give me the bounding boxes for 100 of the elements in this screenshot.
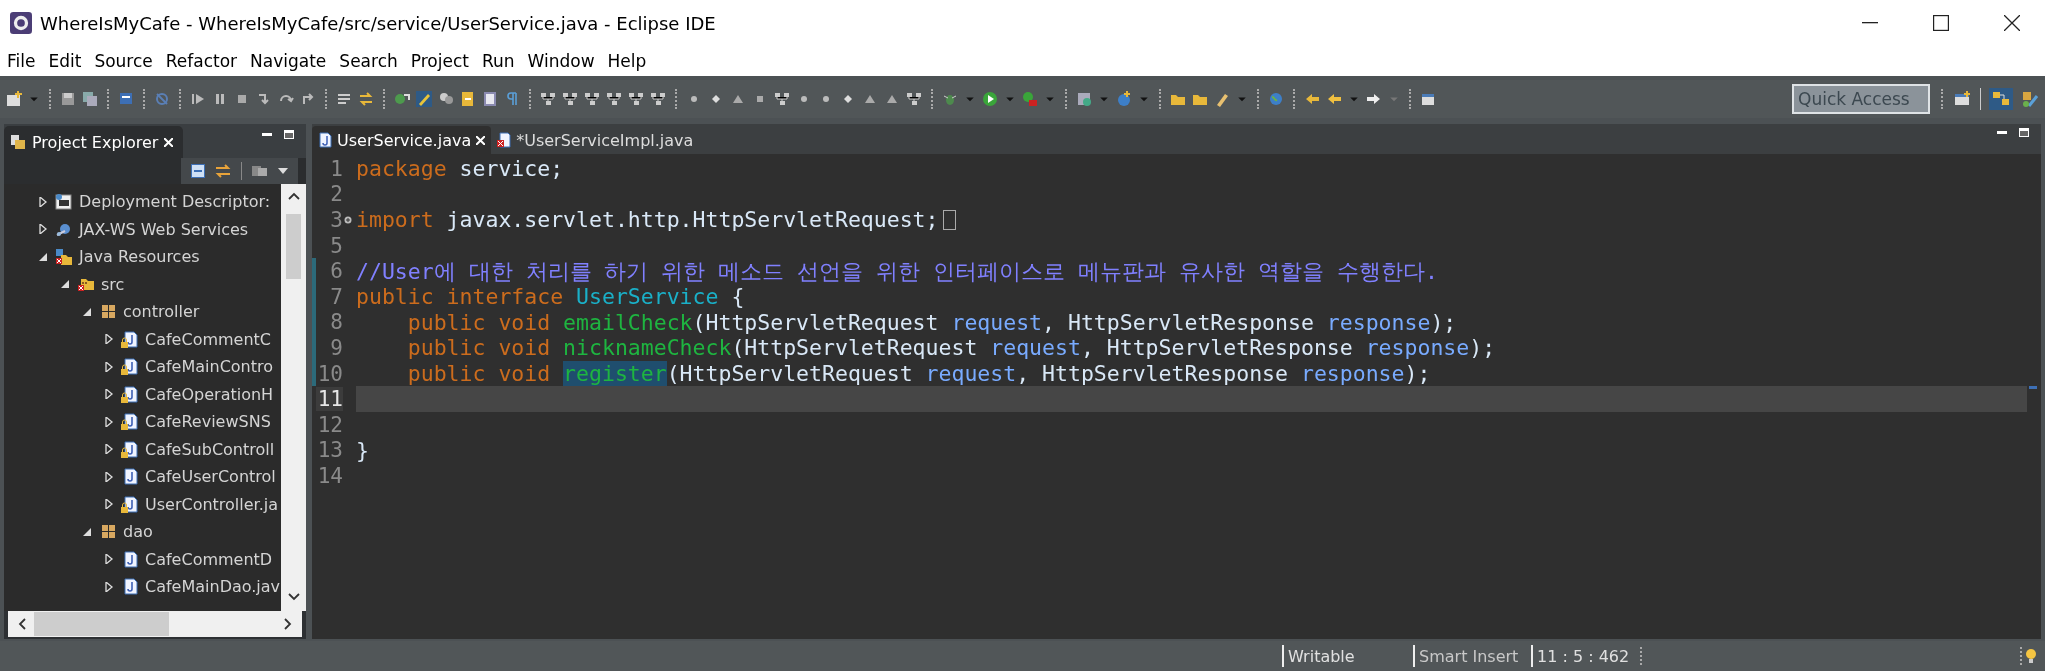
tree-item[interactable]: CafeMainContro xyxy=(145,357,274,377)
tree-item[interactable]: CafeMainDao.jav xyxy=(145,577,281,597)
hierarchy-icon[interactable] xyxy=(540,91,556,107)
hierarchy-icon[interactable] xyxy=(650,91,666,107)
s-badge-icon[interactable] xyxy=(1116,91,1132,107)
collapsed-icon[interactable] xyxy=(104,581,114,592)
scroll-up-icon[interactable] xyxy=(287,192,300,200)
link-editor-icon[interactable] xyxy=(215,164,231,178)
menu-item[interactable]: Refactor xyxy=(165,51,238,71)
collapsed-icon[interactable] xyxy=(104,361,114,372)
menu-item[interactable]: Source xyxy=(94,51,153,71)
group-icon[interactable] xyxy=(438,91,454,107)
pilcrow-icon[interactable] xyxy=(504,91,520,107)
run-icon[interactable] xyxy=(982,91,998,107)
back-icon[interactable] xyxy=(1326,91,1342,107)
console-icon[interactable] xyxy=(118,91,134,107)
new-icon[interactable] xyxy=(6,91,22,107)
scroll-thumb[interactable] xyxy=(286,214,301,279)
filter-icon[interactable] xyxy=(252,164,268,178)
close-icon[interactable] xyxy=(2004,15,2020,31)
back-icon[interactable] xyxy=(1304,91,1320,107)
hierarchy-icon[interactable] xyxy=(606,91,622,107)
collapsed-icon[interactable] xyxy=(104,416,114,427)
globe-icon[interactable] xyxy=(1268,91,1284,107)
hierarchy-icon[interactable] xyxy=(906,91,922,107)
expanded-icon[interactable] xyxy=(82,306,92,317)
menu-item[interactable]: Navigate xyxy=(250,51,327,71)
collapsed-icon[interactable] xyxy=(38,224,48,235)
project-explorer-tab[interactable]: Project Explorer xyxy=(4,126,184,158)
collapsed-icon[interactable] xyxy=(104,471,114,482)
scroll-right-icon[interactable] xyxy=(284,618,292,630)
tree-item[interactable]: src xyxy=(101,274,125,294)
collapsed-icon[interactable] xyxy=(104,444,114,455)
swap-icon[interactable] xyxy=(358,91,374,107)
tree-item[interactable]: CafeCommentD xyxy=(145,549,273,569)
tree-item[interactable]: CafeUserControl xyxy=(145,467,276,487)
expanded-icon[interactable] xyxy=(60,279,70,290)
hierarchy-icon[interactable] xyxy=(774,91,790,107)
java-perspective-icon[interactable] xyxy=(2021,90,2039,108)
maximize-icon[interactable] xyxy=(1933,15,1949,31)
maximize-icon[interactable] xyxy=(2019,127,2029,137)
quick-access-field[interactable]: Quick Access xyxy=(1792,84,1930,114)
save-icon[interactable] xyxy=(60,91,76,107)
save-all-icon[interactable] xyxy=(82,91,98,107)
collapsed-icon[interactable] xyxy=(104,334,114,345)
window-icon[interactable] xyxy=(1420,91,1436,107)
menu-item[interactable]: Run xyxy=(481,51,515,71)
class-icon[interactable] xyxy=(394,91,410,107)
hierarchy-icon[interactable] xyxy=(584,91,600,107)
collapsed-icon[interactable] xyxy=(104,389,114,400)
menu-item[interactable]: Search xyxy=(339,51,398,71)
scroll-down-icon[interactable] xyxy=(287,593,300,601)
tree-item[interactable]: CafeReviewSNS xyxy=(145,412,271,432)
tree-item[interactable]: CafeCommentC xyxy=(145,329,271,349)
menu-item[interactable]: Window xyxy=(527,51,595,71)
collapse-all-icon[interactable] xyxy=(191,164,205,178)
tree-item[interactable]: Deployment Descriptor: xyxy=(79,192,271,212)
hierarchy-icon[interactable] xyxy=(562,91,578,107)
maximize-icon[interactable] xyxy=(284,129,294,139)
minimize-icon[interactable] xyxy=(262,132,272,136)
expanded-icon[interactable] xyxy=(38,251,48,262)
expanded-icon[interactable] xyxy=(82,526,92,537)
folded-code-icon[interactable] xyxy=(942,210,956,230)
scroll-left-icon[interactable] xyxy=(18,618,26,630)
pencil-icon[interactable] xyxy=(416,91,432,107)
resume-icon[interactable] xyxy=(190,91,206,107)
menu-item[interactable]: Help xyxy=(607,51,647,71)
step-return-icon[interactable] xyxy=(300,91,316,107)
editor-tab[interactable]: *UserServiceImpl.java xyxy=(491,126,700,154)
brush-icon[interactable] xyxy=(1214,91,1230,107)
lightbulb-icon[interactable] xyxy=(2025,648,2037,664)
step-icon[interactable] xyxy=(256,91,272,107)
minimize-icon[interactable] xyxy=(1997,130,2007,134)
menu-item[interactable]: File xyxy=(7,51,36,71)
vertical-scrollbar[interactable] xyxy=(281,184,306,611)
view-menu-icon[interactable] xyxy=(278,168,288,174)
tree-item[interactable]: controller xyxy=(123,302,200,322)
list-icon[interactable] xyxy=(336,91,352,107)
tree-item[interactable]: JAX-WS Web Services xyxy=(79,219,249,239)
server-icon[interactable] xyxy=(1076,91,1092,107)
forward-icon[interactable] xyxy=(1366,91,1382,107)
editor-tab[interactable]: UserService.java xyxy=(312,126,492,154)
collapsed-icon[interactable] xyxy=(104,554,114,565)
perspective-icon[interactable] xyxy=(1954,91,1972,107)
tree-item[interactable]: Java Resources xyxy=(79,247,200,267)
document-icon[interactable] xyxy=(460,91,476,107)
collapsed-icon[interactable] xyxy=(104,499,114,510)
scroll-thumb[interactable] xyxy=(34,612,169,636)
tree-item[interactable]: CafeOperationH xyxy=(145,384,274,404)
collapsed-icon[interactable] xyxy=(38,196,48,207)
expand-fold-icon[interactable] xyxy=(343,216,352,224)
tree-item[interactable]: dao xyxy=(123,522,153,542)
menu-item[interactable]: Project xyxy=(410,51,469,71)
tree-item[interactable]: CafeSubControll xyxy=(145,439,275,459)
hierarchy-icon[interactable] xyxy=(628,91,644,107)
page-icon[interactable] xyxy=(482,91,498,107)
horizontal-scrollbar[interactable] xyxy=(8,611,302,637)
tree-item[interactable]: UserController.ja xyxy=(145,494,279,514)
menu-item[interactable]: Edit xyxy=(48,51,82,71)
minimize-icon[interactable] xyxy=(1862,22,1878,24)
